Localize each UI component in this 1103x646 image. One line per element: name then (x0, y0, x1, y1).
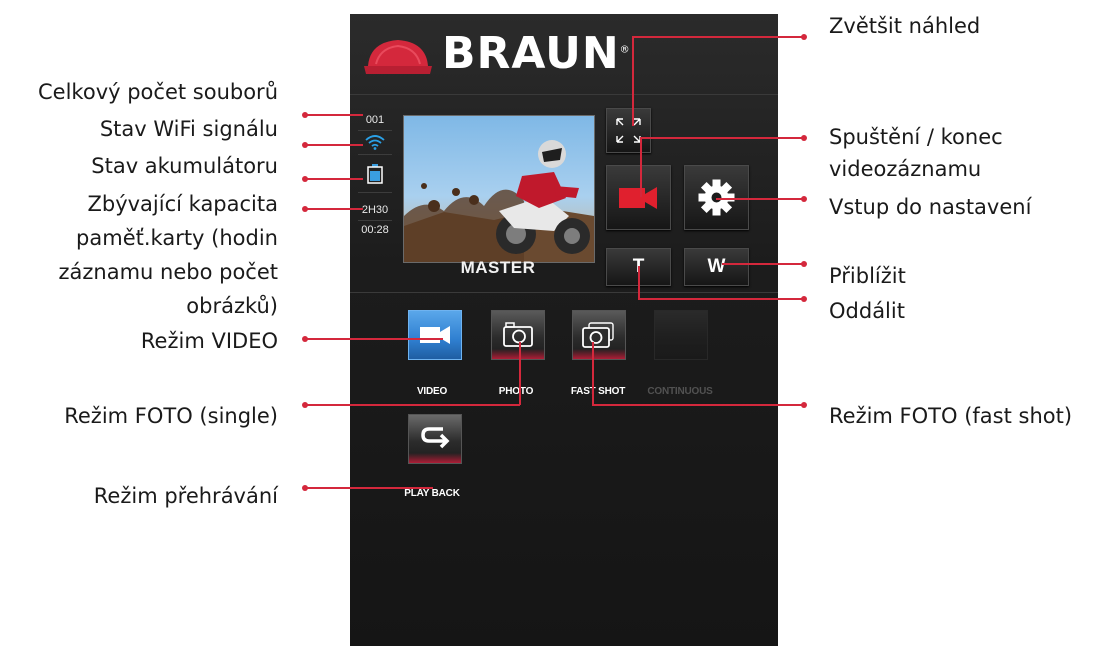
mode-continuous-label: CONTINUOUS (647, 386, 713, 397)
brand-name: BRAUN® (442, 28, 631, 79)
battery-icon (367, 164, 383, 184)
connector-line (305, 404, 520, 406)
callout-remaining-line-3: záznamu nebo počet (58, 260, 279, 284)
header-divider (350, 94, 778, 95)
braun-cap-logo-icon (364, 40, 432, 74)
expand-icon (616, 118, 641, 143)
callout-total-files: Celkový počet souborů (38, 80, 278, 104)
connector-line (305, 208, 363, 210)
mode-photo-label: PHOTO (498, 386, 534, 397)
callout-record-line-2: videozáznamu (829, 157, 982, 181)
connector-line (592, 404, 804, 406)
mode-playback-glow (409, 453, 461, 463)
preview-image (404, 116, 594, 262)
callout-remaining-capacity: Zbývající kapacita paměť.karty (hodin zá… (59, 187, 279, 323)
mode-video-tile[interactable] (408, 310, 462, 360)
mode-fast-shot-tile[interactable] (572, 310, 626, 360)
connector-line (305, 487, 433, 489)
mode-photo-glow (492, 349, 544, 359)
callout-record: Spuštění / konec videozáznamu (829, 121, 1003, 185)
video-camera-icon (420, 326, 450, 344)
connector-line (640, 137, 642, 197)
callout-settings: Vstup do nastavení (829, 195, 1032, 219)
record-button[interactable] (606, 165, 671, 230)
mode-playback-label: PLAY BACK (404, 488, 460, 499)
camera-app-screen: BRAUN® 001 2H30 00:28 MASTER W VIDEO PHO… (350, 14, 778, 646)
connector-line (519, 342, 521, 405)
connector-line (305, 114, 363, 116)
connector-line (305, 338, 443, 340)
connector-line (638, 298, 804, 300)
callout-remaining-line-4: obrázků) (186, 294, 278, 318)
mode-fast-shot-glow (573, 349, 625, 359)
enlarge-preview-button[interactable] (606, 108, 651, 153)
video-camera-icon (619, 187, 657, 209)
wide-label: W (707, 256, 726, 277)
zoom-wide-button[interactable]: W (684, 248, 749, 286)
status-divider (358, 130, 392, 131)
connector-line (638, 266, 640, 299)
connector-line (592, 342, 594, 405)
recording-time: 00:28 (361, 224, 389, 236)
callout-photo-single: Režim FOTO (single) (64, 404, 278, 428)
callout-photo-fast: Režim FOTO (fast shot) (829, 404, 1073, 428)
status-divider (358, 192, 392, 193)
wifi-icon (365, 135, 385, 150)
callout-zoom-in: Přiblížit (829, 264, 906, 288)
live-preview[interactable] (403, 115, 595, 263)
connector-line (632, 36, 634, 126)
callout-playback-mode: Režim přehrávání (93, 484, 278, 508)
callout-video-mode: Režim VIDEO (140, 329, 278, 353)
file-count: 001 (365, 114, 385, 126)
connector-line (305, 144, 363, 146)
mode-continuous-tile[interactable] (654, 310, 708, 360)
mode-divider (350, 292, 778, 293)
callout-remaining-line-2: paměť.karty (hodin (76, 226, 278, 250)
callout-enlarge-preview: Zvětšit náhled (829, 14, 981, 38)
callout-battery-status: Stav akumulátoru (91, 154, 278, 178)
connector-line (722, 263, 804, 265)
callout-remaining-line-1: Zbývající kapacita (87, 192, 278, 216)
status-divider (358, 154, 392, 155)
status-divider (358, 220, 392, 221)
connector-line (632, 36, 804, 38)
connector-line (305, 178, 363, 180)
mode-photo-tile[interactable] (491, 310, 545, 360)
mode-video-label: VIDEO (416, 386, 448, 397)
callout-wifi-status: Stav WiFi signálu (99, 117, 278, 141)
callout-zoom-out: Oddálit (829, 299, 905, 323)
remaining-capacity: 2H30 (361, 204, 389, 216)
connector-line (640, 137, 804, 139)
callout-record-line-1: Spuštění / konec (829, 125, 1003, 149)
connector-line (716, 198, 804, 200)
mode-fast-shot-label: FAST SHOT (570, 386, 626, 397)
camera-name: MASTER (460, 258, 536, 277)
mode-playback-tile[interactable] (408, 414, 462, 464)
